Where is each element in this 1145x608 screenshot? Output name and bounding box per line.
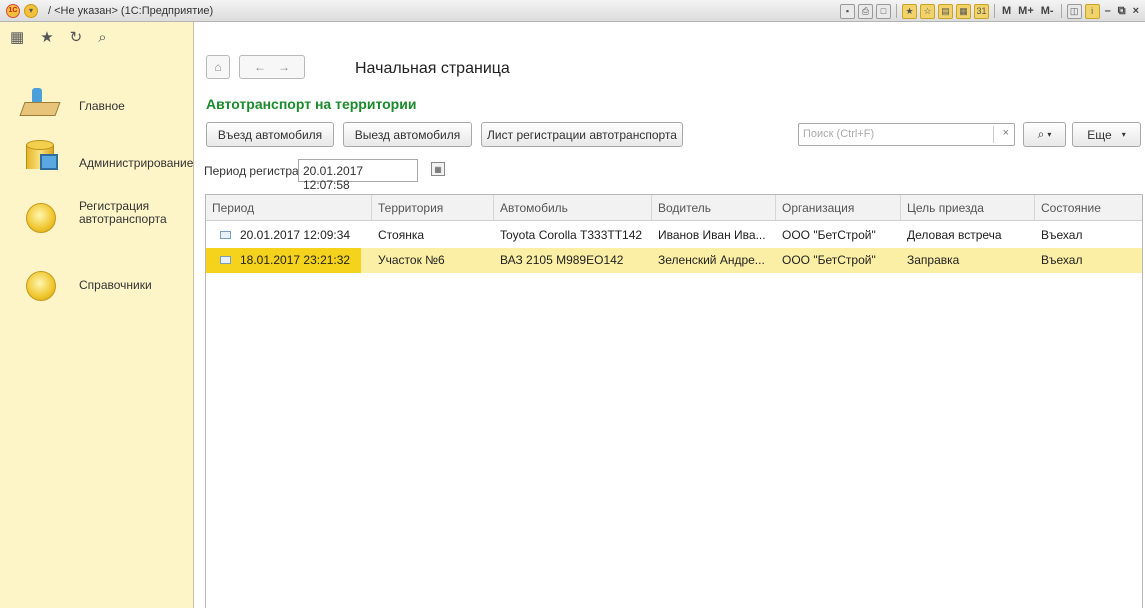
cell-driver: Зеленский Андре... bbox=[658, 253, 765, 267]
record-icon bbox=[220, 255, 231, 264]
clear-search-icon[interactable]: × bbox=[1003, 127, 1009, 139]
column-header-territory[interactable]: Территория bbox=[372, 195, 494, 221]
toolbar-separator bbox=[895, 4, 897, 18]
search-input[interactable]: Поиск (Ctrl+F) × bbox=[798, 123, 1015, 146]
favorites-star-icon[interactable]: ★ bbox=[40, 28, 53, 46]
sidebar-item-main[interactable]: Главное bbox=[0, 82, 194, 130]
more-label: Еще bbox=[1087, 127, 1112, 142]
sidebar-item-label: Регистрация автотранспорта bbox=[79, 199, 167, 226]
cell-purpose: Заправка bbox=[907, 253, 960, 267]
window-titlebar: 1С ▾ / <Не указан> (1С:Предприятие) ▪ ⎙ … bbox=[0, 0, 1145, 22]
sidebar-item-label: Справочники bbox=[79, 278, 152, 292]
sidebar-item-label: Главное bbox=[79, 99, 125, 113]
history-clock-icon[interactable]: ↻ bbox=[70, 28, 83, 46]
minimize-button[interactable]: – bbox=[1103, 5, 1113, 17]
search-icon: ⌕ bbox=[1037, 127, 1045, 141]
section-orb-icon bbox=[22, 268, 60, 304]
main-content: ⌂ ← → Начальная страница Автотранспорт н… bbox=[195, 22, 1145, 608]
search-placeholder: Поиск (Ctrl+F) bbox=[803, 128, 875, 140]
more-button[interactable]: Еще ▾ bbox=[1072, 122, 1141, 147]
table-row-selected[interactable]: 18.01.2017 23:21:32 Участок №6 ВАЗ 2105 … bbox=[206, 248, 1142, 273]
period-field[interactable]: 20.01.2017 12:07:58 bbox=[298, 159, 418, 192]
search-separator bbox=[993, 126, 994, 143]
home-icon: ⌂ bbox=[214, 60, 222, 74]
section-orb-icon bbox=[22, 200, 60, 236]
sidebar-item-vehicle-registration[interactable]: Регистрация автотранспорта bbox=[0, 194, 194, 242]
memory-add-button[interactable]: M+ bbox=[1016, 5, 1036, 17]
table-row[interactable]: 20.01.2017 12:09:34 Стоянка Toyota Corol… bbox=[206, 223, 1142, 248]
memory-store-button[interactable]: M bbox=[1000, 5, 1013, 17]
info-icon[interactable]: i bbox=[1084, 3, 1100, 19]
save-icon[interactable]: ▪ bbox=[839, 3, 855, 19]
cell-purpose: Деловая встреча bbox=[907, 228, 1002, 242]
forward-arrow-icon[interactable]: → bbox=[278, 60, 290, 74]
titlebar-toolbar: ▪ ⎙ □ ★ ☆ ▤ ▦ 31 M M+ M- ◫ i – ⧉ × bbox=[839, 2, 1141, 20]
history-nav: ← → bbox=[239, 55, 305, 79]
sidebar-item-label: Администрирование bbox=[79, 156, 194, 170]
cell-organization: ООО "БетСтрой" bbox=[782, 253, 876, 267]
sidebar-item-administration[interactable]: Администрирование bbox=[0, 134, 194, 182]
column-header-driver[interactable]: Водитель bbox=[652, 195, 776, 221]
cell-territory: Стоянка bbox=[378, 228, 425, 242]
column-header-organization[interactable]: Организация bbox=[776, 195, 901, 221]
sections-sidebar: ▦ ★ ↻ ⌕ Главное Администрирование Регист… bbox=[0, 22, 194, 608]
record-icon bbox=[220, 230, 231, 239]
close-button[interactable]: × bbox=[1131, 5, 1141, 17]
column-header-period[interactable]: Период bbox=[206, 195, 372, 221]
cell-status: Въехал bbox=[1041, 228, 1083, 242]
period-label: Период регистра: bbox=[204, 164, 303, 178]
print-icon[interactable]: ⎙ bbox=[857, 3, 873, 19]
search-options-button[interactable]: ⌕ ▾ bbox=[1023, 122, 1066, 147]
bookmark-icon[interactable]: ☆ bbox=[919, 3, 935, 19]
column-header-vehicle[interactable]: Автомобиль bbox=[494, 195, 652, 221]
calendar-icon[interactable]: 31 bbox=[973, 3, 989, 19]
vehicles-table: Период Территория Автомобиль Водитель Ор… bbox=[205, 194, 1143, 608]
history-icon[interactable]: ▤ bbox=[937, 3, 953, 19]
cell-vehicle: ВАЗ 2105 М989ЕО142 bbox=[500, 253, 624, 267]
vehicle-exit-button[interactable]: Выезд автомобиля bbox=[343, 122, 472, 147]
search-icon[interactable]: ⌕ bbox=[98, 29, 106, 46]
column-header-status[interactable]: Состояние bbox=[1035, 195, 1142, 221]
main-menu-icon[interactable]: ▾ bbox=[24, 3, 38, 18]
toolbar-separator bbox=[1060, 4, 1062, 18]
calendar-picker-icon[interactable]: ▦ bbox=[431, 162, 445, 176]
toolbar-separator bbox=[993, 4, 995, 18]
vehicle-entry-button[interactable]: Въезд автомобиля bbox=[206, 122, 334, 147]
chevron-down-icon: ▾ bbox=[1047, 130, 1052, 139]
favorites-icon[interactable]: ★ bbox=[901, 3, 917, 19]
registration-sheet-button[interactable]: Лист регистрации автотранспорта bbox=[481, 122, 683, 147]
cell-organization: ООО "БетСтрой" bbox=[782, 228, 876, 242]
sidebar-item-catalogs[interactable]: Справочники bbox=[0, 262, 194, 310]
column-header-purpose[interactable]: Цель приезда bbox=[901, 195, 1035, 221]
window-title: / <Не указан> (1С:Предприятие) bbox=[48, 4, 214, 17]
cell-vehicle: Toyota Corolla Т333ТТ142 bbox=[500, 228, 643, 242]
cell-status: Въехал bbox=[1041, 253, 1083, 267]
sidebar-toolbar: ▦ ★ ↻ ⌕ bbox=[0, 22, 193, 52]
back-arrow-icon[interactable]: ← bbox=[254, 60, 266, 74]
app-logo-icon[interactable]: 1С bbox=[6, 3, 20, 18]
restore-button[interactable]: ⧉ bbox=[1116, 5, 1128, 18]
memory-subtract-button[interactable]: M- bbox=[1039, 5, 1056, 17]
cell-territory: Участок №6 bbox=[378, 253, 445, 267]
database-icon bbox=[22, 140, 60, 176]
chevron-down-icon: ▾ bbox=[1121, 130, 1126, 139]
table-header: Период Территория Автомобиль Водитель Ор… bbox=[206, 195, 1142, 221]
cell-period: 18.01.2017 23:21:32 bbox=[206, 248, 361, 273]
calculator-icon[interactable]: ▦ bbox=[955, 3, 971, 19]
section-title: Автотранспорт на территории bbox=[206, 96, 417, 112]
page-title: Начальная страница bbox=[355, 60, 510, 77]
desk-icon bbox=[19, 88, 61, 124]
preview-icon[interactable]: □ bbox=[875, 3, 891, 19]
cell-driver: Иванов Иван Ива... bbox=[658, 228, 766, 242]
all-functions-icon[interactable]: ▦ bbox=[10, 28, 24, 46]
cell-period: 20.01.2017 12:09:34 bbox=[206, 223, 372, 248]
window-layout-icon[interactable]: ◫ bbox=[1066, 3, 1082, 19]
home-button[interactable]: ⌂ bbox=[206, 55, 230, 79]
